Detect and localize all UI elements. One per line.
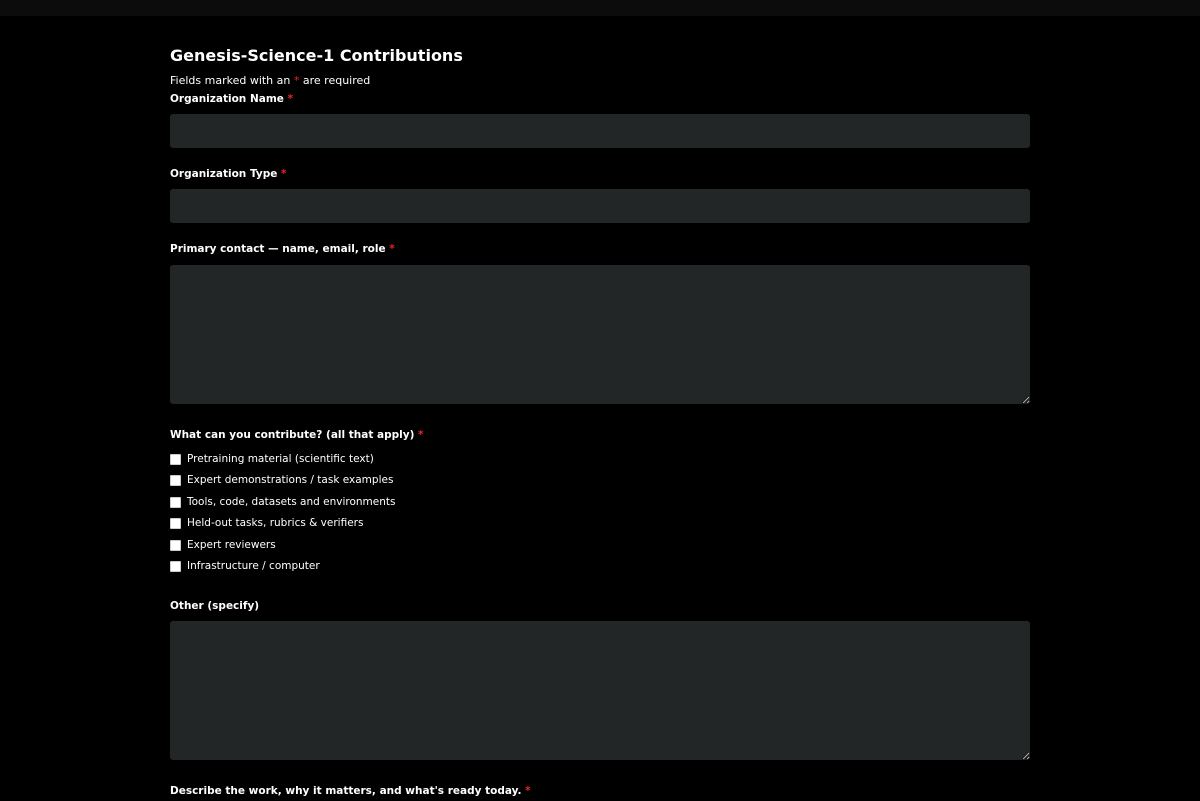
required-star: * (287, 93, 294, 105)
required-star: * (418, 429, 424, 441)
other-label: Other (specify) (170, 600, 259, 612)
checkbox[interactable] (170, 496, 181, 508)
describe-label: Describe the work, why it matters, and w… (170, 785, 531, 797)
contribute-option-reviewers[interactable]: Expert reviewers (170, 538, 276, 552)
checkbox[interactable] (170, 560, 181, 572)
checkbox-label: Pretraining material (scientific text) (187, 453, 374, 465)
contact-label-text: Primary contact — name, email, role (170, 243, 386, 255)
required-star: * (281, 168, 287, 180)
other-textarea[interactable] (170, 621, 1030, 760)
describe-label-text: Describe the work, why it matters, and w… (170, 785, 522, 797)
org-name-label-text: Organization Name (170, 93, 284, 105)
checkbox-label: Infrastructure / computer (187, 560, 320, 572)
contact-label: Primary contact — name, email, role * (170, 243, 395, 255)
contact-textarea[interactable] (170, 265, 1030, 404)
org-name-input[interactable] (170, 114, 1030, 148)
checkbox-label: Expert reviewers (187, 539, 276, 551)
required-note-prefix: Fields marked with an (170, 74, 294, 87)
required-note: Fields marked with an * are required (170, 74, 370, 87)
contribute-option-demonstrations[interactable]: Expert demonstrations / task examples (170, 473, 393, 487)
checkbox-label: Tools, code, datasets and environments (187, 496, 396, 508)
org-type-label-text: Organization Type (170, 168, 278, 180)
required-note-suffix: are required (299, 74, 371, 87)
contribute-option-tools[interactable]: Tools, code, datasets and environments (170, 495, 395, 509)
checkbox[interactable] (170, 474, 181, 486)
checkbox[interactable] (170, 517, 181, 529)
required-star: * (389, 243, 395, 255)
org-type-input[interactable] (170, 189, 1030, 223)
top-bar (0, 0, 1200, 16)
checkbox[interactable] (170, 539, 181, 551)
checkbox-label: Held-out tasks, rubrics & verifiers (187, 517, 364, 529)
org-type-label: Organization Type * (170, 168, 287, 180)
contribute-label: What can you contribute? (all that apply… (170, 429, 424, 441)
other-label-text: Other (specify) (170, 600, 260, 612)
contribute-option-heldout[interactable]: Held-out tasks, rubrics & verifiers (170, 516, 363, 530)
checkbox-label: Expert demonstrations / task examples (187, 474, 394, 486)
required-star: * (525, 785, 531, 797)
contribute-label-text: What can you contribute? (all that apply… (170, 429, 415, 441)
checkbox[interactable] (170, 453, 181, 465)
org-name-label: Organization Name * (170, 93, 293, 105)
contribute-option-pretraining[interactable]: Pretraining material (scientific text) (170, 452, 374, 466)
contribute-option-infrastructure[interactable]: Infrastructure / computer (170, 559, 320, 573)
page-title: Genesis-Science-1 Contributions (170, 46, 463, 65)
